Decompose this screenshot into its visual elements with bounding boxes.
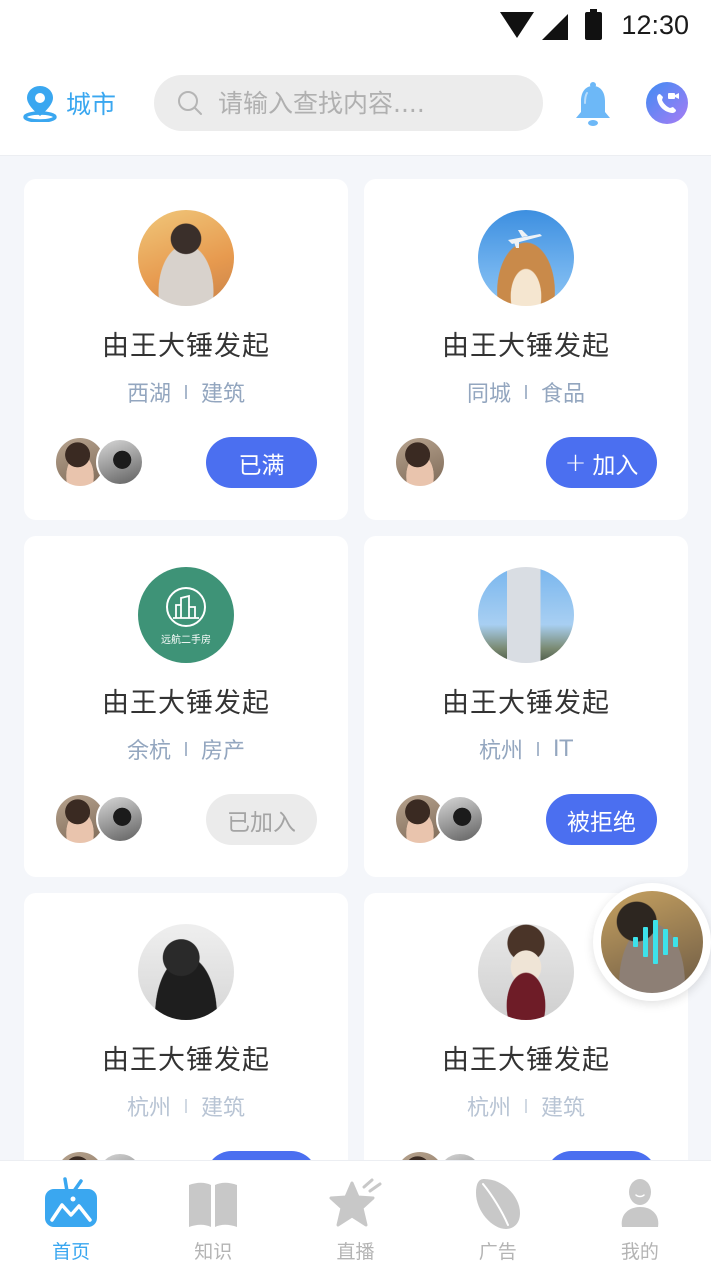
- person-icon: [621, 1179, 659, 1227]
- card-location: 杭州: [466, 1096, 511, 1121]
- member-avatar: [96, 795, 144, 843]
- action-label: 已满: [238, 452, 285, 479]
- meta-divider: [185, 1099, 187, 1113]
- status-bar: 12:30: [0, 0, 711, 52]
- voice-wave-icon: [632, 920, 678, 964]
- joined-button[interactable]: 已加入: [206, 794, 317, 845]
- tab-ads[interactable]: 广告: [427, 1161, 569, 1271]
- star-icon: [329, 1178, 381, 1227]
- search-input[interactable]: [218, 88, 538, 118]
- city-label: 城市: [66, 90, 117, 119]
- tab-label: 直播: [336, 1241, 375, 1263]
- wifi-icon: [500, 12, 534, 38]
- tab-label: 首页: [52, 1241, 91, 1263]
- card-title: 由王大锤发起: [102, 331, 270, 362]
- card-title: 由王大锤发起: [102, 1045, 270, 1076]
- card-location: 余杭: [126, 739, 171, 764]
- tab-label: 广告: [478, 1241, 517, 1263]
- join-button[interactable]: + 加入: [546, 437, 657, 488]
- card-meta: 余杭 房产: [24, 733, 348, 765]
- plus-icon: +: [564, 447, 587, 478]
- meta-divider: [525, 385, 527, 399]
- location-pin-icon: [23, 86, 57, 122]
- member-avatar: [394, 436, 446, 488]
- phone-video-icon: [657, 93, 679, 113]
- tab-knowledge[interactable]: 知识: [142, 1161, 284, 1271]
- card-meta: 杭州 IT: [364, 733, 688, 765]
- full-button[interactable]: 已满: [206, 437, 317, 488]
- member-avatars: [394, 793, 484, 847]
- battery-icon: [585, 9, 602, 40]
- building-logo-icon: [166, 586, 206, 627]
- organizer-avatar: [478, 567, 574, 663]
- organizer-avatar: [138, 924, 234, 1020]
- home-tv-icon: [45, 1177, 98, 1227]
- card-title: 由王大锤发起: [442, 688, 610, 719]
- tab-label: 知识: [194, 1241, 233, 1263]
- card-location: 杭州: [479, 739, 524, 764]
- group-card[interactable]: 由王大锤发起 杭州 IT 被拒绝: [364, 536, 688, 877]
- card-location: 西湖: [126, 382, 171, 407]
- card-industry: 食品: [541, 382, 586, 407]
- signal-icon: [542, 14, 568, 40]
- card-location: 杭州: [126, 1096, 171, 1121]
- card-location: 同城: [466, 382, 511, 407]
- top-header: 城市: [0, 52, 711, 156]
- city-selector[interactable]: 城市: [22, 84, 116, 122]
- group-card-grid: 由王大锤发起 西湖 建筑 已满 由王大锤发起 同城 食品 + 加入 远航二手房 …: [24, 179, 688, 1234]
- member-avatar: [436, 795, 484, 843]
- meta-divider: [185, 385, 187, 399]
- card-industry: 房产: [201, 739, 246, 764]
- organizer-avatar: [478, 924, 574, 1020]
- status-time: 12:30: [621, 10, 689, 40]
- meta-divider: [537, 742, 540, 756]
- card-title: 由王大锤发起: [102, 688, 270, 719]
- tab-profile[interactable]: 我的: [569, 1161, 711, 1271]
- card-meta: 杭州 建筑: [24, 1090, 348, 1122]
- bottom-tab-bar: 首页 知识 直播 广告 我的: [0, 1160, 711, 1271]
- action-label: 被拒绝: [567, 809, 636, 836]
- card-industry: 建筑: [201, 382, 246, 407]
- logo-text: 远航二手房: [161, 634, 211, 646]
- meta-divider: [185, 742, 187, 756]
- card-title: 由王大锤发起: [442, 331, 610, 362]
- tab-label: 我的: [620, 1241, 659, 1263]
- group-card[interactable]: 由王大锤发起 西湖 建筑 已满: [24, 179, 348, 520]
- card-industry: 建筑: [201, 1096, 246, 1121]
- member-avatars: [54, 436, 144, 490]
- leaf-icon: [475, 1179, 520, 1229]
- card-title: 由王大锤发起: [442, 1045, 610, 1076]
- organizer-logo: 远航二手房: [138, 567, 234, 663]
- airplane-icon: [508, 230, 542, 248]
- member-avatar: [96, 438, 144, 486]
- card-industry: 建筑: [541, 1096, 586, 1121]
- search-bar[interactable]: [154, 75, 543, 131]
- group-card[interactable]: 由王大锤发起 同城 食品 + 加入: [364, 179, 688, 520]
- member-avatars: [394, 436, 446, 490]
- app-screen: 12:30 城市 请输入查找内容.... 由王大锤发起 西湖 建筑 已满 由王大…: [0, 0, 711, 1271]
- voice-user-avatar: [601, 891, 703, 993]
- search-icon: [178, 91, 202, 115]
- organizer-avatar: [138, 210, 234, 306]
- organizer-avatar: [478, 210, 574, 306]
- video-call-button[interactable]: [646, 82, 688, 124]
- card-meta: 杭州 建筑: [364, 1090, 688, 1122]
- card-industry: IT: [553, 736, 573, 762]
- floating-voice-button[interactable]: [593, 883, 711, 1001]
- member-avatars: [54, 793, 144, 847]
- action-label: 已加入: [227, 809, 296, 836]
- card-meta: 西湖 建筑: [24, 376, 348, 408]
- action-label: 加入: [592, 452, 639, 479]
- tab-live[interactable]: 直播: [284, 1161, 426, 1271]
- tab-home[interactable]: 首页: [0, 1161, 142, 1271]
- meta-divider: [525, 1099, 527, 1113]
- rejected-button[interactable]: 被拒绝: [546, 794, 657, 845]
- card-meta: 同城 食品: [364, 376, 688, 408]
- book-icon: [189, 1182, 238, 1227]
- group-card[interactable]: 远航二手房 由王大锤发起 余杭 房产 已加入: [24, 536, 348, 877]
- notification-bell-icon[interactable]: [572, 81, 614, 127]
